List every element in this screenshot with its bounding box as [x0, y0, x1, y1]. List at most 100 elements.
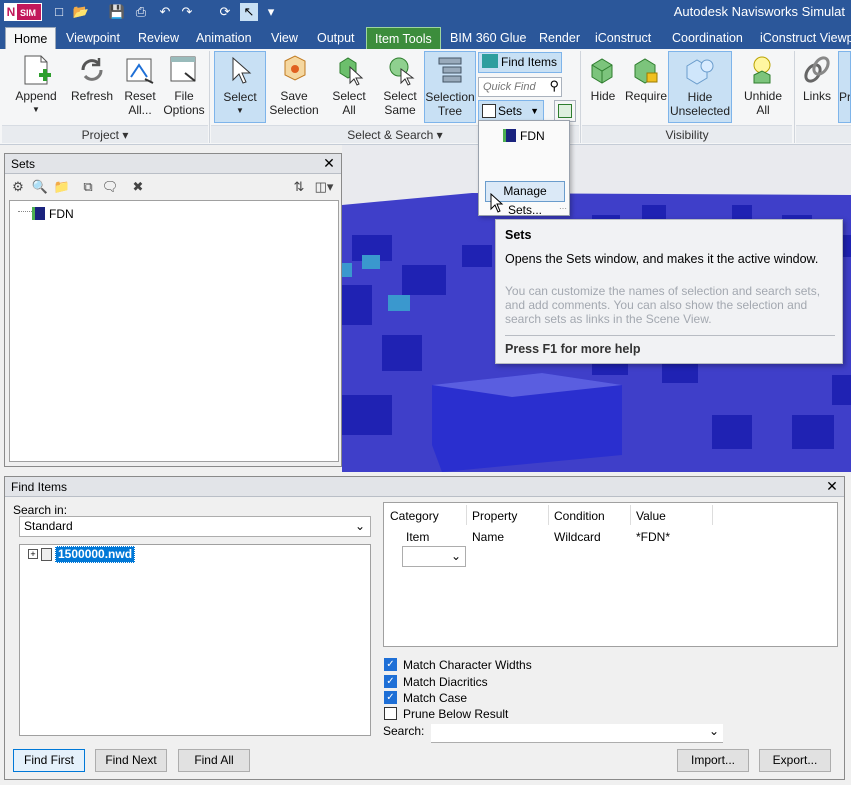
option-match-diacritics[interactable]: ✓ Match Diacritics [384, 674, 584, 690]
new-row-category-dropdown[interactable]: ⌄ [402, 546, 466, 567]
refresh-button[interactable]: Refresh [66, 51, 118, 123]
checkbox-icon[interactable]: ✓ [384, 691, 397, 704]
properties-button-partial[interactable]: Pr [838, 51, 851, 123]
select-all-button[interactable]: Select All [326, 51, 372, 123]
find-all-button[interactable]: Find All [178, 749, 250, 772]
links-button[interactable]: Links [798, 51, 836, 123]
add-comment-icon[interactable]: 🗨 [101, 178, 119, 196]
export-button[interactable]: Export... [759, 749, 831, 772]
new-folder-icon[interactable]: 📁 [53, 178, 71, 196]
checkbox-icon[interactable]: ✓ [384, 658, 397, 671]
find-first-button[interactable]: Find First [13, 749, 85, 772]
sets-label: Sets [498, 104, 523, 118]
tab-iconstruct[interactable]: iConstruct [587, 27, 659, 49]
checkbox-icon[interactable]: ✓ [384, 675, 397, 688]
resize-grip-icon[interactable]: ⋯ [559, 204, 567, 213]
reset-all-button[interactable]: Reset All... [120, 51, 160, 123]
search-in-dropdown[interactable]: Standard ⌄ [19, 516, 371, 537]
tab-review[interactable]: Review [130, 27, 187, 49]
undo-icon[interactable]: ↶ [156, 3, 174, 21]
find-next-button[interactable]: Find Next [95, 749, 167, 772]
select-same-button[interactable]: Select Same [378, 51, 422, 123]
append-button[interactable]: Append ▼ [10, 51, 62, 123]
cell-condition: Wildcard [554, 530, 601, 544]
save-icon[interactable]: 💾 [108, 3, 126, 21]
sets-tooltip: Sets Opens the Sets window, and makes it… [495, 219, 843, 364]
tab-output[interactable]: Output [309, 27, 363, 49]
column-divider [712, 505, 713, 525]
find-items-button[interactable]: Find Items [478, 52, 562, 73]
tab-animation[interactable]: Animation [188, 27, 260, 49]
tree-item-nwd[interactable]: 1500000.nwd [55, 546, 136, 563]
tab-item-tools[interactable]: Item Tools [366, 27, 441, 49]
delete-icon[interactable]: ✖ [129, 178, 147, 196]
tab-viewpoint[interactable]: Viewpoint [58, 27, 128, 49]
close-icon[interactable]: ✕ [824, 478, 840, 494]
app-logo[interactable]: N SIM [4, 3, 42, 21]
dropdown-set-item[interactable]: FDN [503, 127, 545, 145]
selection-tree-label: Selection Tree [425, 90, 475, 118]
option-match-character-widths[interactable]: ✓ Match Character Widths [384, 657, 584, 673]
option-prune-below-result[interactable]: Prune Below Result [384, 706, 584, 722]
tab-home[interactable]: Home [5, 27, 57, 49]
tab-bim360-glue[interactable]: BIM 360 Glue [442, 27, 534, 49]
search-mode-dropdown[interactable]: ⌄ [431, 724, 723, 743]
hide-unselected-button[interactable]: Hide Unselected [668, 51, 732, 123]
hide-button[interactable]: Hide [584, 51, 622, 123]
import-export-icon[interactable]: ◫▾ [311, 178, 337, 196]
select-button[interactable]: Select ▼ [214, 51, 266, 123]
find-items-title: Find Items [11, 480, 68, 494]
quick-find-box[interactable]: ⚲ [478, 77, 562, 97]
conditions-grid[interactable]: Category Property Condition Value Item N… [383, 502, 838, 647]
select-qat-icon[interactable]: ↖ [240, 3, 258, 21]
tooltip-title: Sets [505, 228, 532, 242]
selection-tree-button[interactable]: Selection Tree [424, 51, 476, 123]
customize-qat-icon[interactable]: ▾ [262, 3, 280, 21]
duplicate-icon[interactable]: ⧉ [79, 178, 97, 196]
table-row[interactable]: Item Name Wildcard *FDN* [384, 530, 714, 546]
nwd-file-icon [41, 548, 52, 561]
tab-render[interactable]: Render [531, 27, 588, 49]
quick-find-search-icon[interactable]: ⚲ [549, 78, 559, 94]
refresh-icon [81, 58, 103, 81]
tooltip-help: Press F1 for more help [505, 342, 641, 356]
import-button[interactable]: Import... [677, 749, 749, 772]
save-search-icon[interactable]: 🔍 [31, 178, 49, 196]
new-file-icon[interactable]: □ [50, 3, 68, 21]
checkbox-icon[interactable] [384, 707, 397, 720]
project-group-label[interactable]: Project ▾ [2, 125, 208, 143]
sets-icon [482, 104, 496, 118]
tooltip-divider [505, 335, 835, 336]
select-cursor-icon [232, 56, 252, 84]
visibility-group-label[interactable]: Visibility [582, 125, 792, 143]
require-button[interactable]: Require [624, 51, 668, 123]
cell-category: Item [406, 530, 430, 544]
sets-button[interactable]: Sets ▼ [478, 100, 544, 122]
redo-icon[interactable]: ↷ [178, 3, 196, 21]
sets-dropdown-menu: FDN Manage Sets... ⋯ [478, 120, 570, 217]
select-same-icon [389, 57, 415, 86]
dropdown-set-label: FDN [520, 129, 545, 143]
refresh-qat-icon[interactable]: ⟳ [216, 3, 234, 21]
file-options-button[interactable]: File Options [162, 51, 206, 123]
tooltip-description: Opens the Sets window, and makes it the … [505, 252, 819, 266]
unhide-all-button[interactable]: Unhide All [736, 51, 790, 123]
option-label: Prune Below Result [403, 707, 509, 721]
open-file-icon[interactable]: 📂 [72, 3, 90, 21]
print-icon[interactable]: ⎙ [132, 3, 150, 21]
set-item[interactable]: FDN [32, 206, 74, 222]
manage-sets-small-button[interactable] [554, 100, 576, 122]
save-selection-icon[interactable]: ⚙ [9, 178, 27, 196]
expand-icon[interactable]: + [28, 549, 38, 559]
option-label: Match Case [403, 691, 468, 705]
tab-coordination[interactable]: Coordination [664, 27, 751, 49]
tab-view[interactable]: View [263, 27, 306, 49]
column-divider [548, 505, 549, 525]
sort-icon[interactable]: ⇅ [290, 178, 308, 196]
tab-iconstruct-viewpoints[interactable]: iConstruct Viewp [752, 27, 851, 49]
option-match-case[interactable]: ✓ Match Case [384, 690, 584, 706]
quick-find-input[interactable] [479, 78, 541, 96]
chevron-down-icon: ⌄ [354, 519, 365, 533]
close-icon[interactable]: ✕ [321, 155, 337, 171]
save-selection-button[interactable]: Save Selection [268, 51, 320, 123]
